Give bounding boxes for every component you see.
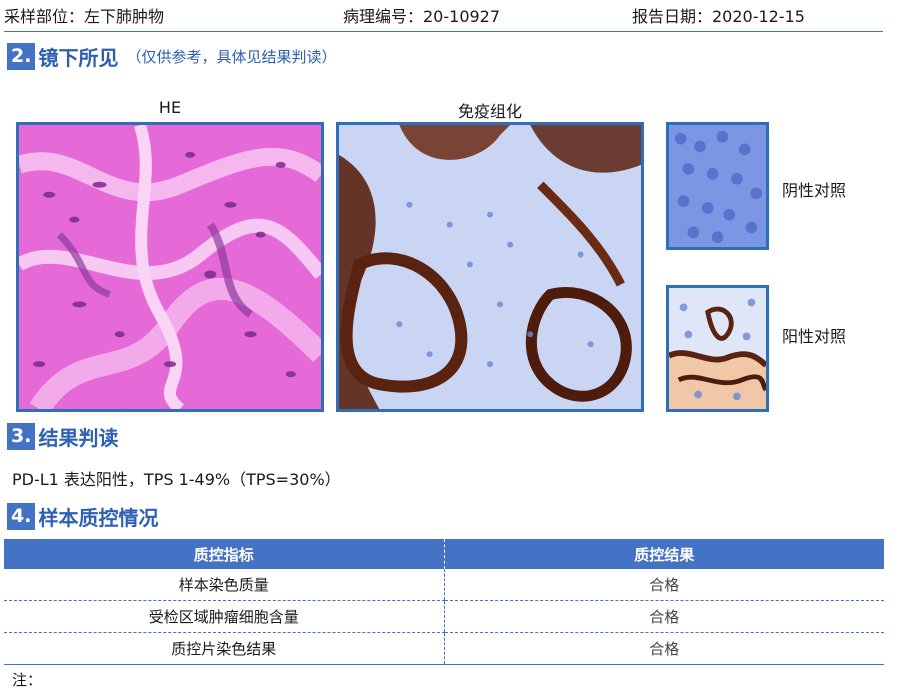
- section-2-title: 镜下所见: [38, 46, 119, 70]
- positive-control-image: [666, 285, 769, 412]
- qc-column-indicator: 质控指标: [4, 539, 444, 569]
- result-text: PD-L1 表达阳性，TPS 1-49%（TPS=30%）: [12, 470, 341, 489]
- ihc-caption: 免疫组化: [457, 102, 522, 121]
- qc-indicator-cell: 受检区域肿瘤细胞含量: [4, 600, 444, 633]
- section-3-heading: 3. 结果判读: [7, 422, 118, 451]
- qc-column-result: 质控结果: [443, 539, 884, 569]
- qc-result-cell: 合格: [443, 600, 884, 633]
- table-row: 质控片染色结果 合格: [4, 632, 884, 665]
- negative-control-image: [666, 122, 769, 250]
- section-4-title: 样本质控情况: [38, 506, 159, 530]
- qc-indicator-cell: 样本染色质量: [4, 569, 444, 601]
- pathology-number: 病理编号：20-10927: [343, 7, 501, 26]
- he-caption: HE: [158, 98, 182, 117]
- table-row: 受检区域肿瘤细胞含量 合格: [4, 600, 884, 633]
- section-3-number: 3.: [7, 423, 36, 450]
- section-2-note: （仅供参考，具体见结果判读）: [126, 48, 337, 66]
- header-divider: [4, 31, 883, 32]
- positive-control-label: 阳性对照: [782, 327, 847, 346]
- qc-result-cell: 合格: [443, 632, 884, 665]
- sample-site: 采样部位：左下肺肿物: [4, 7, 165, 26]
- qc-result-cell: 合格: [443, 569, 884, 601]
- qc-indicator-cell: 质控片染色结果: [4, 632, 444, 665]
- report-date: 报告日期：2020-12-15: [632, 7, 805, 26]
- section-2-heading: 2. 镜下所见 （仅供参考，具体见结果判读）: [7, 42, 336, 71]
- table-row: 样本染色质量 合格: [4, 569, 884, 601]
- negative-control-label: 阴性对照: [782, 181, 847, 200]
- section-4-number: 4.: [7, 503, 36, 530]
- he-stain-image: [16, 122, 324, 412]
- section-4-heading: 4. 样本质控情况: [7, 502, 158, 531]
- qc-table: 质控指标 质控结果 样本染色质量 合格 受检区域肿瘤细胞含量 合格 质控片染色结…: [4, 539, 884, 665]
- footnote: 注：: [12, 671, 43, 689]
- section-3-title: 结果判读: [38, 426, 119, 450]
- ihc-stain-image: [336, 122, 644, 412]
- qc-table-header: 质控指标 质控结果: [4, 539, 884, 569]
- section-2-number: 2.: [7, 43, 36, 70]
